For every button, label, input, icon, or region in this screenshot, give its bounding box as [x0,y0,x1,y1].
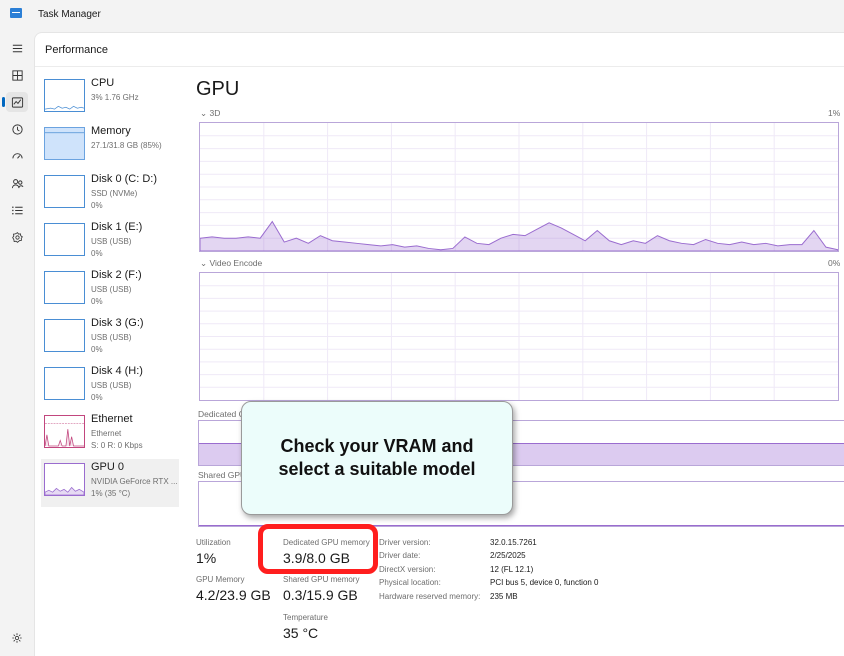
engine2-selector[interactable]: ⌄ Video Encode [200,258,262,269]
callout-text: Check your VRAM and select a suitable mo… [278,436,476,479]
users-icon[interactable] [6,173,28,193]
device-name: Disk 4 (H:) [91,365,143,377]
device-item-disk2[interactable]: Disk 2 (F:) USB (USB) 0% [41,267,179,315]
vram-callout: Check your VRAM and select a suitable mo… [241,401,513,515]
disk0-mini-graph [44,175,85,208]
reserved-memory-value: 235 MB [490,592,518,601]
device-detail: USB (USB) [91,381,132,390]
temperature-value: 35 °C [283,625,319,641]
device-name: Ethernet [91,413,133,425]
utilization-value: 1% [196,550,217,566]
device-usage: 0% [91,393,103,402]
disk4-mini-graph [44,367,85,400]
title-bar: Task Manager [0,0,844,32]
gpu-mini-graph [44,463,85,496]
directx-version-label: DirectX version: [379,565,436,574]
engine1-usage-chart [200,123,838,251]
device-detail: Ethernet [91,429,122,438]
task-manager-app-icon [10,8,22,18]
disk1-mini-graph [44,223,85,256]
nav-rail [0,32,34,656]
vram-highlight-ring [258,524,378,574]
physical-location-value: PCI bus 5, device 0, function 0 [490,578,599,587]
device-usage: 0% [91,345,103,354]
processes-icon[interactable] [6,65,28,85]
device-item-disk0[interactable]: Disk 0 (C: D:) SSD (NVMe) 0% [41,171,179,219]
memory-mini-graph [44,127,85,160]
device-name: Disk 1 (E:) [91,221,143,233]
physical-location-label: Physical location: [379,578,441,587]
device-item-ethernet[interactable]: Ethernet Ethernet S: 0 R: 0 Kbps [41,411,179,459]
shared-memory-label: Shared GPU memory [283,575,360,584]
shared-graph-label: Shared GPU [198,470,247,480]
engine2-graph [199,272,839,401]
engine1-max: 1% [828,108,841,118]
device-usage: S: 0 R: 0 Kbps [91,441,143,450]
device-usage: 0% [91,249,103,258]
device-item-memory[interactable]: Memory 27.1/31.8 GB (85%) [41,123,179,171]
cpu-mini-graph [44,79,85,112]
utilization-label: Utilization [196,538,231,547]
device-detail: 27.1/31.8 GB (85%) [91,141,162,150]
device-detail: USB (USB) [91,285,132,294]
shared-memory-value: 0.3/15.9 GB [283,587,358,603]
device-detail: 3% 1.76 GHz [91,93,139,102]
device-name: Disk 3 (G:) [91,317,144,329]
gpu-heading: GPU [196,78,240,100]
services-icon[interactable] [6,227,28,247]
device-item-disk3[interactable]: Disk 3 (G:) USB (USB) 0% [41,315,179,363]
gpu-memory-label: GPU Memory [196,575,245,584]
engine1-graph [199,122,839,252]
driver-date-label: Driver date: [379,551,421,560]
driver-version-label: Driver version: [379,538,431,547]
device-detail: USB (USB) [91,237,132,246]
window-title: Task Manager [38,9,101,20]
device-usage: 0% [91,297,103,306]
disk3-mini-graph [44,319,85,352]
app-history-icon[interactable] [6,119,28,139]
engine1-selector[interactable]: ⌄ 3D [200,108,220,119]
engine2-grid [200,273,838,400]
device-name: GPU 0 [91,461,125,473]
engine2-max: 0% [828,258,841,268]
engine1-label: 3D [209,108,221,118]
ethernet-mini-graph [44,415,85,448]
settings-icon[interactable] [6,629,28,647]
directx-version-value: 12 (FL 12.1) [490,565,534,574]
device-item-cpu[interactable]: CPU 3% 1.76 GHz [41,75,179,123]
driver-version-value: 32.0.15.7261 [490,538,537,547]
device-detail: NVIDIA GeForce RTX ... [91,477,178,486]
temperature-label: Temperature [283,613,328,622]
device-detail: SSD (NVMe) [91,189,138,198]
startup-apps-icon[interactable] [6,146,28,166]
device-list: CPU 3% 1.76 GHz Memory 27.1/31.8 GB (85%… [41,75,179,507]
device-item-gpu0[interactable]: GPU 0 NVIDIA GeForce RTX ... 1% (35 °C) [41,459,179,507]
gpu-memory-value: 4.2/23.9 GB [196,587,271,603]
device-name: Disk 0 (C: D:) [91,173,157,185]
driver-date-value: 2/25/2025 [490,551,526,560]
device-name: CPU [91,77,115,89]
device-name: Memory [91,125,131,137]
performance-icon[interactable] [2,92,28,112]
page-title: Performance [45,44,108,56]
reserved-memory-label: Hardware reserved memory: [379,592,481,601]
device-name: Disk 2 (F:) [91,269,142,281]
device-usage: 0% [91,201,103,210]
disk2-mini-graph [44,271,85,304]
engine2-label: Video Encode [209,258,263,268]
header-divider [35,66,844,67]
hamburger-menu-icon[interactable] [6,38,28,58]
device-detail: USB (USB) [91,333,132,342]
details-icon[interactable] [6,200,28,220]
device-usage: 1% (35 °C) [91,489,131,498]
device-item-disk1[interactable]: Disk 1 (E:) USB (USB) 0% [41,219,179,267]
performance-pane: Performance CPU 3% 1.76 GHz Memory 27.1/… [34,32,844,656]
device-item-disk4[interactable]: Disk 4 (H:) USB (USB) 0% [41,363,179,411]
